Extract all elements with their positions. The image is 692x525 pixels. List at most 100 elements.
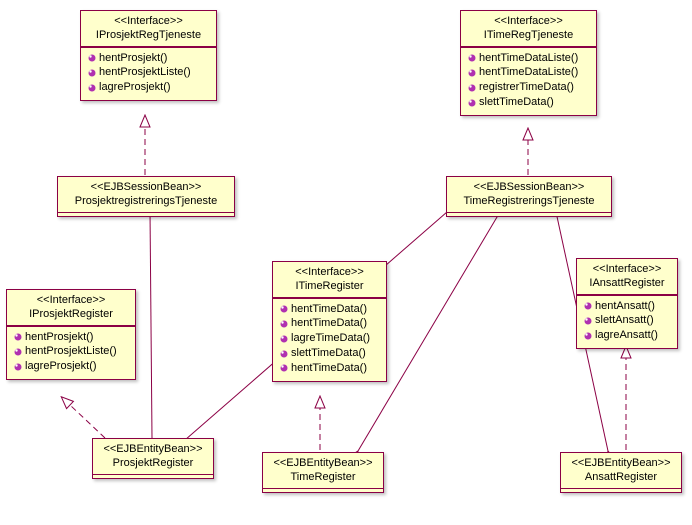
class-timeregistreringstjeneste[interactable]: <<EJBSessionBean>> TimeRegistreringsTjen… <box>446 176 612 217</box>
class-header: <<EJBEntityBean>> TimeRegister <box>263 453 383 488</box>
stereotype-label: <<Interface>> <box>15 293 127 307</box>
operation: hentProsjekt() <box>13 330 129 345</box>
operation: lagreProsjekt() <box>87 80 210 95</box>
stereotype-label: <<Interface>> <box>89 14 208 28</box>
operation: hentTimeDataListe() <box>467 65 590 80</box>
class-name: TimeRegister <box>271 470 375 484</box>
operation-icon <box>279 349 289 359</box>
operation-icon <box>583 316 593 326</box>
class-header: <<EJBEntityBean>> ProsjektRegister <box>93 439 213 474</box>
empty-compartment <box>93 474 213 478</box>
operation-icon <box>467 83 477 93</box>
operation: slettTimeData() <box>467 95 590 110</box>
operations-compartment: hentProsjekt() hentProsjektListe() lagre… <box>7 325 135 380</box>
operations-compartment: hentProsjekt() hentProsjektListe() lagre… <box>81 46 216 101</box>
operation: lagreProsjekt() <box>13 359 129 374</box>
operation: hentTimeDataListe() <box>467 51 590 66</box>
stereotype-label: <<EJBSessionBean>> <box>66 180 226 194</box>
class-itimeregister[interactable]: <<Interface>> ITimeRegister hentTimeData… <box>272 261 387 382</box>
operation-icon <box>87 53 97 63</box>
operation-icon <box>87 83 97 93</box>
operations-compartment: hentTimeData() hentTimeData() lagreTimeD… <box>273 297 386 381</box>
operation: hentProsjektListe() <box>87 65 210 80</box>
operation-name: hentTimeData() <box>291 302 367 317</box>
empty-compartment <box>263 488 383 492</box>
stereotype-label: <<Interface>> <box>469 14 588 28</box>
operation-icon <box>467 53 477 63</box>
empty-compartment <box>58 212 234 216</box>
class-header: <<EJBSessionBean>> Prosjektregistrerings… <box>58 177 234 212</box>
stereotype-label: <<Interface>> <box>585 262 669 276</box>
operation: hentTimeData() <box>279 302 380 317</box>
operation-name: slettAnsatt() <box>595 313 654 328</box>
class-header: <<EJBEntityBean>> AnsattRegister <box>561 453 681 488</box>
operation-name: hentTimeData() <box>291 316 367 331</box>
operations-compartment: hentTimeDataListe() hentTimeDataListe() … <box>461 46 596 115</box>
operation-name: lagreAnsatt() <box>595 328 658 343</box>
operation-name: hentAnsatt() <box>595 299 655 314</box>
operation-name: slettTimeData() <box>291 346 366 361</box>
class-iansattregister[interactable]: <<Interface>> IAnsattRegister hentAnsatt… <box>576 258 678 349</box>
operation-name: hentTimeDataListe() <box>479 51 578 66</box>
class-name: TimeRegistreringsTjeneste <box>455 194 603 208</box>
operation: hentProsjekt() <box>87 51 210 66</box>
class-name: ITimeRegTjeneste <box>469 28 588 42</box>
operation-icon <box>279 319 289 329</box>
operation: slettTimeData() <box>279 346 380 361</box>
stereotype-label: <<EJBEntityBean>> <box>569 456 673 470</box>
class-ansattregister[interactable]: <<EJBEntityBean>> AnsattRegister <box>560 452 682 493</box>
class-name: AnsattRegister <box>569 470 673 484</box>
class-header: <<Interface>> ITimeRegister <box>273 262 386 298</box>
operation-icon <box>279 334 289 344</box>
operation: lagreAnsatt() <box>583 328 671 343</box>
stereotype-label: <<Interface>> <box>281 265 378 279</box>
operation-icon <box>279 363 289 373</box>
class-header: <<EJBSessionBean>> TimeRegistreringsTjen… <box>447 177 611 212</box>
operation: slettAnsatt() <box>583 313 671 328</box>
class-prosjektregister[interactable]: <<EJBEntityBean>> ProsjektRegister <box>92 438 214 479</box>
stereotype-label: <<EJBEntityBean>> <box>101 442 205 456</box>
class-name: ProsjektRegister <box>101 456 205 470</box>
operation-name: lagreTimeData() <box>291 331 370 346</box>
stereotype-label: <<EJBSessionBean>> <box>455 180 603 194</box>
empty-compartment <box>561 488 681 492</box>
empty-compartment <box>447 212 611 216</box>
stereotype-label: <<EJBEntityBean>> <box>271 456 375 470</box>
class-name: IProsjektRegTjeneste <box>89 28 208 42</box>
class-header: <<Interface>> IProsjektRegister <box>7 290 135 326</box>
class-itimeregtjeneste[interactable]: <<Interface>> ITimeRegTjeneste hentTimeD… <box>460 10 597 116</box>
class-header: <<Interface>> IProsjektRegTjeneste <box>81 11 216 47</box>
class-header: <<Interface>> IAnsattRegister <box>577 259 677 295</box>
operation-name: lagreProsjekt() <box>25 359 97 374</box>
operation-name: hentProsjektListe() <box>99 65 191 80</box>
operation-icon <box>583 331 593 341</box>
operation-name: hentProsjekt() <box>25 330 93 345</box>
operation-icon <box>13 362 23 372</box>
class-name: IProsjektRegister <box>15 307 127 321</box>
operation-name: hentProsjektListe() <box>25 344 117 359</box>
operation: lagreTimeData() <box>279 331 380 346</box>
class-name: IAnsattRegister <box>585 276 669 290</box>
operation: hentProsjektListe() <box>13 344 129 359</box>
operation-name: hentTimeData() <box>291 361 367 376</box>
class-header: <<Interface>> ITimeRegTjeneste <box>461 11 596 47</box>
operations-compartment: hentAnsatt() slettAnsatt() lagreAnsatt() <box>577 294 677 349</box>
operation-icon <box>87 68 97 78</box>
operation-icon <box>279 304 289 314</box>
operation: registrerTimeData() <box>467 80 590 95</box>
operation-icon <box>13 332 23 342</box>
operation: hentTimeData() <box>279 361 380 376</box>
operation-icon <box>467 68 477 78</box>
class-iprosjektregtjeneste[interactable]: <<Interface>> IProsjektRegTjeneste hentP… <box>80 10 217 101</box>
class-timeregister[interactable]: <<EJBEntityBean>> TimeRegister <box>262 452 384 493</box>
operation-icon <box>467 98 477 108</box>
class-name: ITimeRegister <box>281 279 378 293</box>
operation: hentTimeData() <box>279 316 380 331</box>
operation-name: hentProsjekt() <box>99 51 167 66</box>
class-iprosjektregister[interactable]: <<Interface>> IProsjektRegister hentPros… <box>6 289 136 380</box>
class-prosjektregistreringstjeneste[interactable]: <<EJBSessionBean>> Prosjektregistrerings… <box>57 176 235 217</box>
operation-icon <box>583 301 593 311</box>
class-name: ProsjektregistreringsTjeneste <box>66 194 226 208</box>
operation-icon <box>13 347 23 357</box>
operation: hentAnsatt() <box>583 299 671 314</box>
